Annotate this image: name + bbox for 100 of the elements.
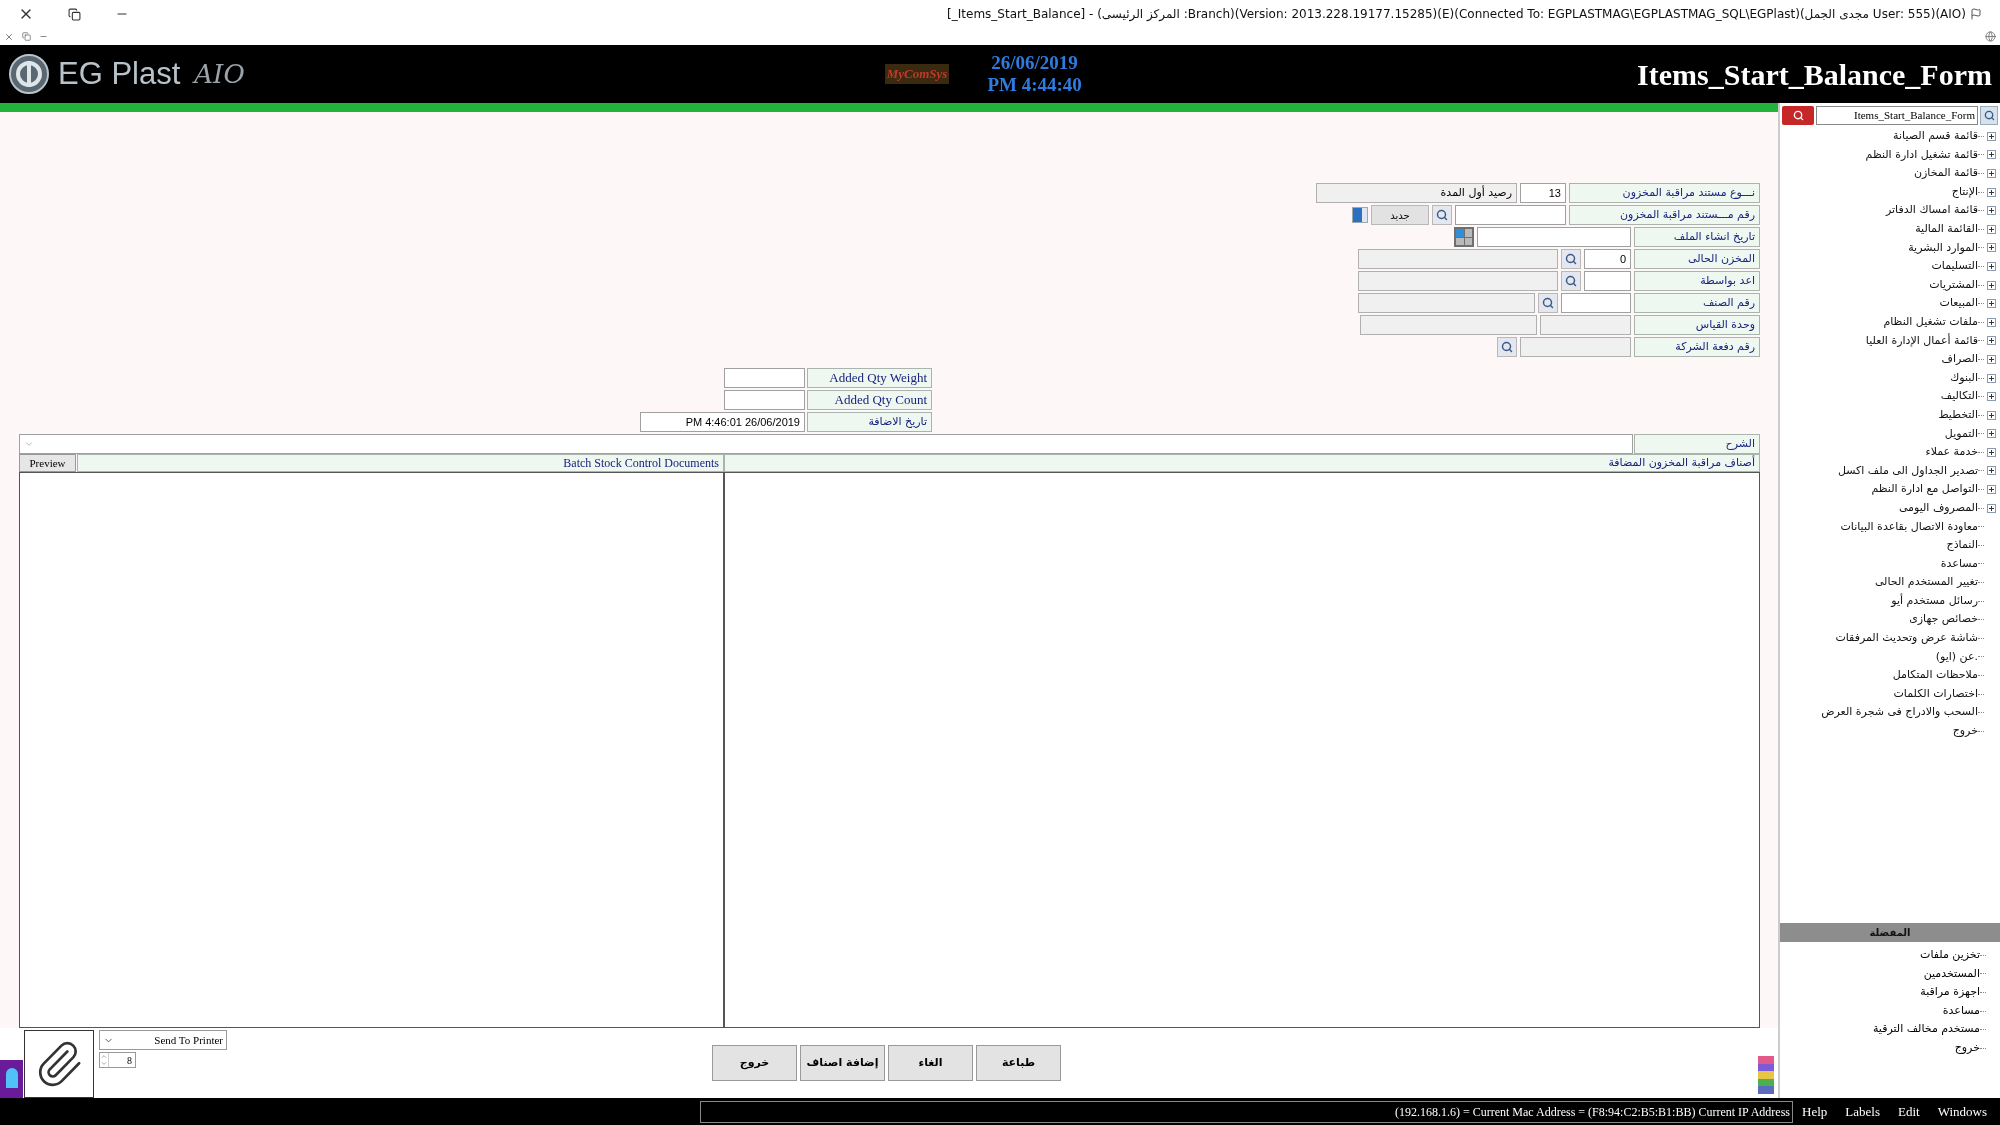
search-button[interactable] [1561, 271, 1581, 291]
tree-item[interactable]: التواصل مع ادارة النظم [1871, 481, 1978, 498]
tree-item[interactable]: التكاليف [1940, 388, 1978, 405]
favorite-item[interactable]: تخزين ملفات [1920, 947, 1980, 964]
expand-icon[interactable] [1986, 206, 1996, 216]
tree-item[interactable]: التمويل [1944, 425, 1978, 443]
printer-dropdown[interactable]: Send To Printer [99, 1030, 227, 1050]
favorite-item[interactable]: المستخدمين [1923, 965, 1980, 983]
value-field[interactable] [724, 390, 805, 410]
search-button[interactable] [1561, 249, 1581, 269]
tree-item[interactable]: السحب والادراج فى شجرة العرض [1821, 704, 1978, 721]
expand-icon[interactable] [1986, 485, 1996, 495]
code-field[interactable]: 0 [1584, 249, 1631, 269]
copies-spinner[interactable]: 8 [99, 1052, 136, 1068]
expand-icon[interactable] [1986, 280, 1996, 290]
tree-item[interactable]: ملفات تشغيل النظام [1883, 314, 1978, 331]
type-code-field[interactable]: 13 [1520, 183, 1566, 203]
menu-item[interactable]: Edit [1897, 1101, 1920, 1122]
favorite-item[interactable]: اجهزة مراقبة [1920, 984, 1980, 1001]
tree-item[interactable]: القائمة المالية [1915, 221, 1978, 238]
favorite-item[interactable]: مساعدة [1942, 1002, 1980, 1020]
tree-item[interactable]: عن (ايو). [1935, 648, 1978, 666]
tree-item[interactable]: قائمة المخازن [1913, 165, 1978, 182]
favorite-item[interactable]: خروج [1954, 1040, 1980, 1057]
tree-item[interactable]: المصروف اليومى [1898, 499, 1978, 517]
menu-item[interactable]: Labels [1845, 1101, 1880, 1122]
expand-icon[interactable] [1986, 410, 1996, 420]
value-field[interactable] [724, 368, 805, 388]
tree-item[interactable]: خروج [1952, 723, 1978, 740]
menu-item[interactable]: Help [1802, 1101, 1828, 1122]
tree-item[interactable]: قائمة امساك الدفاتر [1885, 202, 1978, 219]
code-field[interactable] [1584, 271, 1631, 291]
expand-icon[interactable] [1986, 503, 1996, 513]
tree-item[interactable]: معاودة الاتصال بقاعدة البيانات [1840, 518, 1978, 535]
search-button[interactable] [1497, 337, 1517, 357]
logo-script: AIO [194, 57, 245, 91]
expand-icon[interactable] [1986, 224, 1996, 234]
tree-item[interactable]: قائمة تشغيل ادارة النظم [1865, 146, 1978, 164]
search-button[interactable] [1782, 106, 1814, 125]
books-icon[interactable] [1758, 1056, 1774, 1094]
search-button[interactable] [1432, 205, 1452, 225]
preview-button[interactable]: Preview [19, 454, 76, 472]
action-button[interactable]: خروج [712, 1045, 797, 1081]
expand-icon[interactable] [1986, 299, 1996, 309]
tree-item[interactable]: المشتريات [1929, 276, 1978, 294]
tree-item[interactable]: تصدير الجداول الى ملف اكسل [1837, 462, 1978, 480]
expand-icon[interactable] [1986, 261, 1996, 271]
search-button[interactable] [1538, 293, 1558, 313]
tree-item[interactable]: رسائل مستخدم أيو [1891, 592, 1978, 610]
expand-icon[interactable] [1986, 466, 1996, 476]
expand-icon[interactable] [1986, 429, 1996, 439]
expand-icon[interactable] [1986, 317, 1996, 327]
favorite-item[interactable]: مستخدم مخالف الترقية [1872, 1021, 1980, 1038]
tree-item[interactable]: النماذج [1946, 537, 1978, 554]
value-field[interactable]: PM 4:46:01 26/06/2019 [640, 412, 805, 432]
date-field[interactable] [1477, 227, 1631, 247]
tree-item[interactable]: التسليمات [1931, 258, 1978, 275]
document-icon[interactable] [1352, 207, 1368, 223]
action-button[interactable]: إضافة اصناف [800, 1045, 885, 1081]
expand-icon[interactable] [1986, 336, 1996, 346]
field-label: نـــوع مستند مراقبة المخزون [1569, 183, 1760, 203]
restore-icon[interactable] [68, 7, 81, 21]
expand-icon[interactable] [1986, 447, 1996, 457]
search-button[interactable] [1980, 106, 1998, 125]
side-tab-icon[interactable] [0, 1060, 23, 1098]
menu-item[interactable]: Windows [1937, 1101, 1987, 1122]
tree-item[interactable]: قائمة قسم الصيانة [1893, 128, 1978, 145]
tree-item[interactable]: تغيير المستخدم الحالى [1874, 574, 1978, 591]
tree-item[interactable]: اختصارات الكلمات [1893, 685, 1978, 703]
expand-icon[interactable] [1986, 373, 1996, 383]
action-button[interactable]: طباعة [976, 1045, 1061, 1081]
tree-item[interactable]: ملاحظات المتكامل [1892, 667, 1978, 684]
tree-item[interactable]: البنوك [1950, 369, 1978, 387]
expand-icon[interactable] [1986, 150, 1996, 160]
tree-item[interactable]: شاشة عرض وتحديث المرفقات [1835, 630, 1978, 647]
search-icon [1983, 110, 1995, 121]
tree-item[interactable]: قائمة أعمال الإدارة العليا [1865, 332, 1978, 350]
code-field[interactable] [1561, 293, 1631, 313]
description-field[interactable] [19, 434, 1633, 454]
new-button[interactable]: جديد [1371, 205, 1429, 225]
expand-icon[interactable] [1986, 243, 1996, 253]
tree-item[interactable]: خدمة عملاء [1925, 444, 1978, 461]
tree-item[interactable]: التخطيط [1938, 406, 1978, 424]
tree-item[interactable]: مساعدة [1940, 555, 1978, 573]
action-button[interactable]: الغاء [888, 1045, 973, 1081]
tree-item[interactable]: المبيعات [1939, 295, 1978, 312]
tree-search-field[interactable]: Items_Start_Balance_Form [1816, 106, 1978, 125]
expand-icon[interactable] [1986, 131, 1996, 141]
tree-item[interactable]: الموارد البشرية [1908, 239, 1978, 257]
expand-icon[interactable] [1986, 354, 1996, 364]
expand-icon[interactable] [1986, 169, 1996, 178]
tree-item[interactable]: الصراف [1941, 351, 1978, 368]
expand-icon[interactable] [1986, 392, 1996, 402]
tree-item[interactable]: الإنتاج [1951, 183, 1978, 201]
tree-item[interactable]: خصائص جهازى [1909, 611, 1978, 628]
expand-icon[interactable] [1986, 187, 1996, 197]
calendar-icon[interactable] [1454, 227, 1474, 247]
document-number-field[interactable] [1455, 205, 1566, 225]
field-label: تاريخ انشاء الملف [1634, 227, 1760, 247]
attach-button[interactable] [24, 1030, 94, 1098]
